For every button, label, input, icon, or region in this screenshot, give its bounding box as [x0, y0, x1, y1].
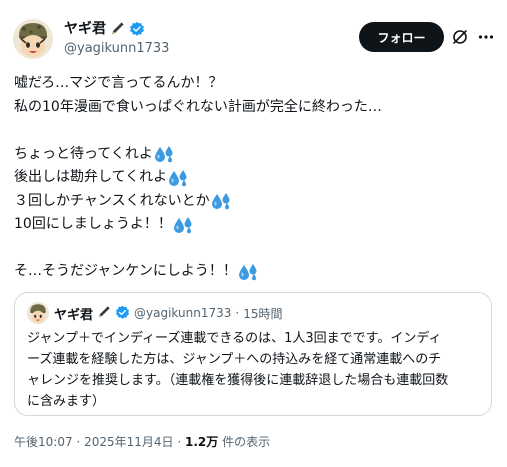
- quoted-author-avatar[interactable]: [27, 302, 49, 324]
- separator-dot: ·: [76, 435, 81, 449]
- quoted-tweet-time: 15時間: [243, 306, 283, 321]
- view-count-label: 件の表示: [222, 435, 271, 449]
- tweet-line: ３回しかチャンスくれないとか: [14, 190, 494, 214]
- view-count: 1.2万: [185, 435, 219, 449]
- sweat-droplets-icon: [173, 216, 193, 234]
- sweat-droplets-icon: [154, 145, 174, 163]
- tweet-time[interactable]: 午後10:07: [14, 435, 73, 449]
- separator-dot: ·: [177, 435, 182, 449]
- author-display-name[interactable]: ヤギ君: [64, 19, 106, 39]
- quoted-tweet-header: ヤギ君 @yagikunn1733 · 15時間: [54, 303, 282, 323]
- tweet-line: 10回にしましょうよ！！: [14, 213, 494, 237]
- verified-badge-icon: [115, 305, 130, 321]
- pen-icon: [96, 305, 111, 321]
- quoted-author-handle: @yagikunn1733: [134, 306, 232, 320]
- follow-button[interactable]: フォロー: [359, 22, 444, 52]
- tweet-line: 後出しは勘弁してくれよ: [14, 166, 494, 190]
- verified-badge-icon[interactable]: [129, 21, 145, 37]
- quoted-tweet-line: に含みます）: [27, 394, 106, 409]
- separator-dot: ·: [235, 306, 240, 320]
- author-avatar[interactable]: [13, 19, 53, 59]
- sweat-droplets-icon: [168, 169, 188, 187]
- tweet-line: ちょっと待ってくれよ: [14, 143, 494, 167]
- avatar-image: [27, 302, 49, 324]
- avatar-image: [13, 19, 53, 59]
- tweet-date[interactable]: 2025年11月4日: [84, 435, 173, 449]
- grok-icon[interactable]: [449, 26, 471, 48]
- quoted-tweet-line: ーズ連載を経験した方は、ジャンプ＋への持込みを経て通常連載へのチ: [27, 352, 442, 367]
- quoted-tweet-line: ジャンプ＋でインディーズ連載できるのは、1人3回までです。インディ: [27, 331, 442, 346]
- tweet-text: 嘘だろ…マジで言ってるんか！？ 私の10年漫画で食いっぱぐれない計画が完全に終わ…: [14, 72, 494, 284]
- tweet-line: 私の10年漫画で食いっぱぐれない計画が完全に終わった…: [14, 98, 382, 115]
- tweet-line: 嘘だろ…マジで言ってるんか！？: [14, 75, 223, 91]
- pen-icon: [109, 21, 125, 37]
- quoted-tweet-line: ャレンジを推奨します。（連載権を獲得後に連載辞退した場合も連載回数: [27, 373, 449, 388]
- more-icon[interactable]: [475, 26, 497, 48]
- sweat-droplets-icon: [211, 192, 231, 210]
- quoted-tweet[interactable]: ヤギ君 @yagikunn1733 · 15時間 ジャンプ＋でインディーズ連載で…: [14, 292, 492, 416]
- quoted-author-name: ヤギ君: [54, 307, 94, 323]
- author-handle[interactable]: @yagikunn1733: [64, 40, 169, 58]
- tweet-line: そ…そうだジャンケンにしよう！！: [14, 260, 494, 284]
- author-name-row[interactable]: ヤギ君: [64, 19, 145, 39]
- tweet-meta: 午後10:07 · 2025年11月4日 · 1.2万 件の表示: [14, 433, 270, 450]
- quoted-tweet-text: ジャンプ＋でインディーズ連載できるのは、1人3回までです。インディ ーズ連載を経…: [27, 328, 487, 412]
- sweat-droplets-icon: [238, 263, 258, 281]
